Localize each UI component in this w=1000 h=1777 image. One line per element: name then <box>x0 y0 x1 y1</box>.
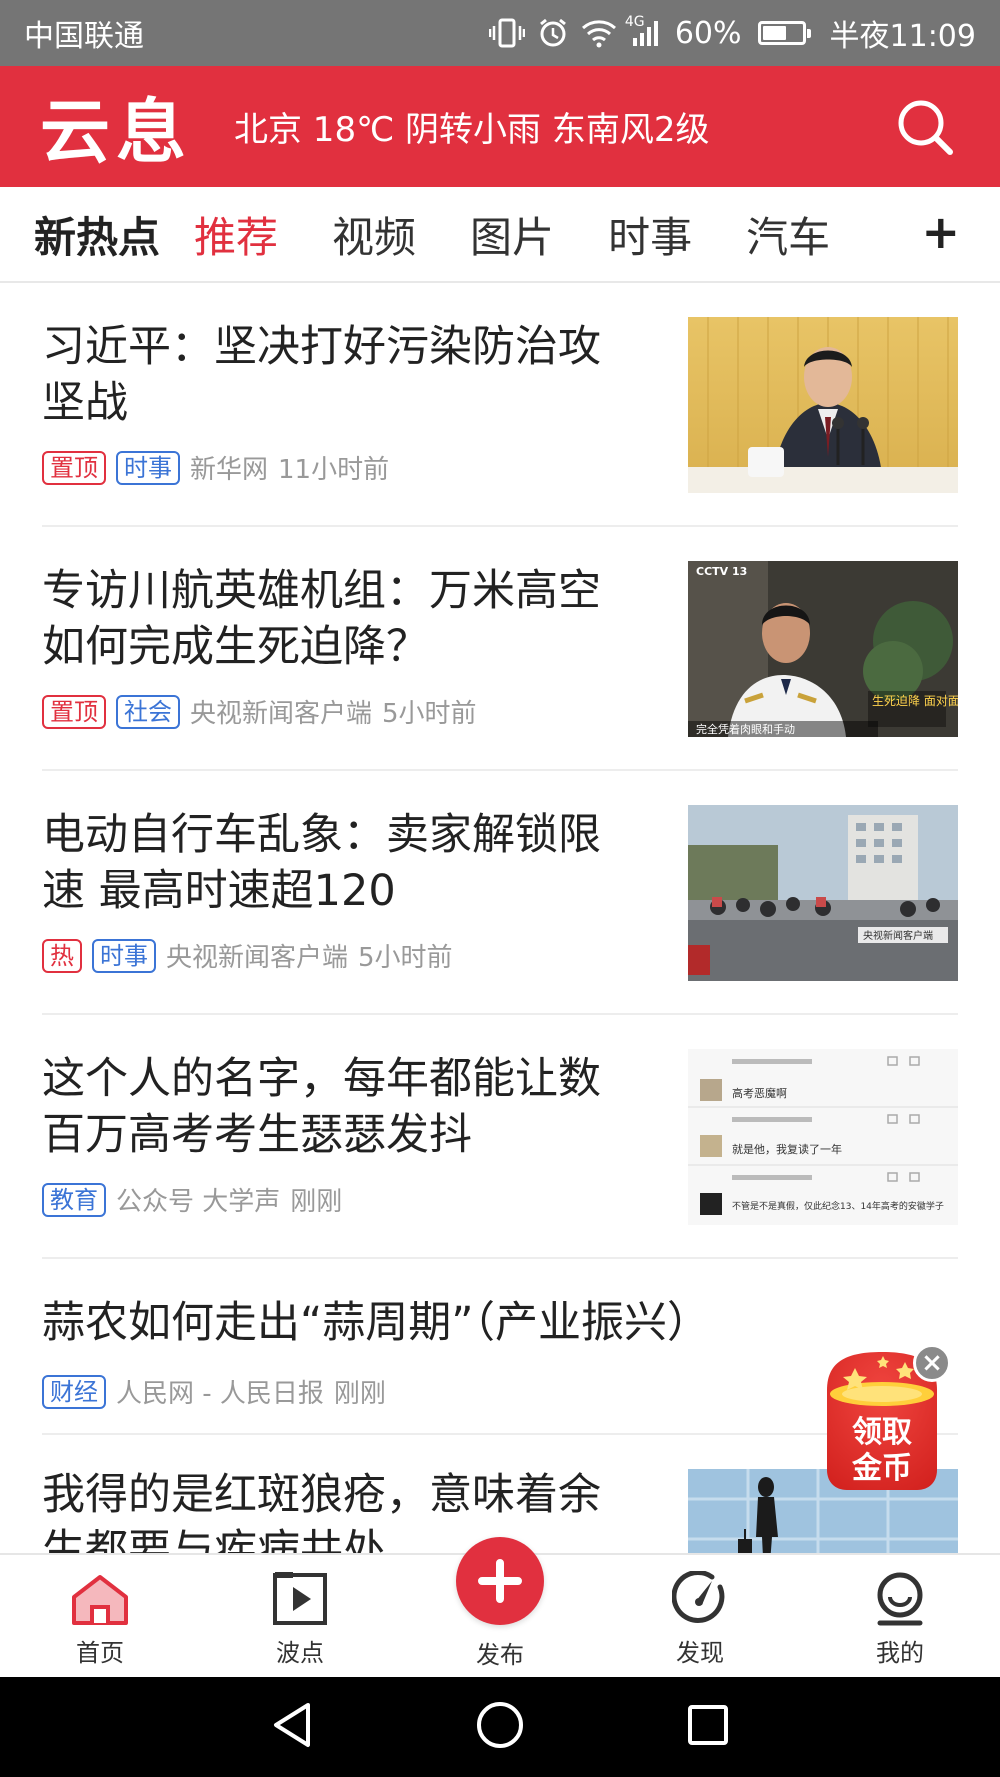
square-recents-icon <box>687 1705 728 1745</box>
comment-text: 不管是不是真假，仅此纪念13、14年高考的安徽学子 <box>732 1200 944 1212</box>
search-button[interactable] <box>890 92 960 162</box>
system-navigation-bar <box>0 1677 1000 1777</box>
tab-brand-label: 新热点 <box>34 212 161 262</box>
news-meta: 热 时事 央视新闻客户端 5小时前 <box>42 937 453 974</box>
battery-icon <box>757 21 811 45</box>
news-title[interactable]: 我得的是红斑狼疮，意味着余生都要与疾病共处 <box>42 1467 642 1553</box>
tag-category: 财经 <box>42 1374 106 1409</box>
news-meta: 财经 人民网 - 人民日报 刚刚 <box>42 1373 386 1410</box>
news-time: 刚刚 <box>333 1379 386 1409</box>
news-thumbnail[interactable]: 央视新闻客户端 <box>688 805 958 981</box>
news-meta: 教育 公众号 大学声 刚刚 <box>42 1181 342 1218</box>
signal-icon: 4G <box>625 14 663 48</box>
tab-video[interactable]: 视频 <box>332 204 416 265</box>
news-title[interactable]: 电动自行车乱象：卖家解锁限速 最高时速超120 <box>42 807 642 919</box>
home-icon <box>70 1569 130 1629</box>
news-title[interactable]: 蒜农如何走出“蒜周期”（产业振兴） <box>42 1295 942 1351</box>
nav-profile[interactable]: 我的 <box>800 1555 1000 1677</box>
news-meta: 置顶 时事 新华网 11小时前 <box>42 449 389 486</box>
tag-category: 社会 <box>116 694 180 729</box>
news-source: 公众号 大学声 <box>116 1187 281 1217</box>
cctv-caption: 生死迫降 面对面 <box>872 694 958 708</box>
news-source: 央视新闻客户端 <box>190 699 373 729</box>
coin-line2: 金币 <box>851 1451 912 1486</box>
nav-discover-label: 发现 <box>676 1639 724 1667</box>
nav-publish-label: 发布 <box>476 1641 524 1669</box>
play-square-icon <box>270 1569 330 1629</box>
vibrate-icon <box>488 17 525 49</box>
cctv-logo: CCTV 13 <box>696 565 747 578</box>
back-icon <box>274 1703 311 1747</box>
news-time: 11小时前 <box>278 455 390 485</box>
status-icons: 4G 60% 半夜11:09 <box>488 11 976 55</box>
nav-discover[interactable]: 发现 <box>600 1555 800 1677</box>
alarm-icon <box>537 17 569 49</box>
home-system-button[interactable] <box>475 1700 525 1754</box>
app-logo: 云息 <box>40 90 192 173</box>
news-title[interactable]: 专访川航英雄机组：万米高空如何完成生死迫降？ <box>42 563 642 675</box>
news-time: 5小时前 <box>358 943 453 973</box>
nav-home[interactable]: 首页 <box>0 1555 200 1677</box>
news-item[interactable]: 这个人的名字，每年都能让数百万高考考生瑟瑟发抖 教育 公众号 大学声 刚刚 高考… <box>42 1015 958 1259</box>
nav-bodian-label: 波点 <box>276 1639 324 1667</box>
news-source: 央视新闻客户端 <box>166 943 349 973</box>
news-source: 人民网 - 人民日报 <box>116 1379 324 1409</box>
battery-level-fill <box>762 26 786 40</box>
news-time: 5小时前 <box>382 699 477 729</box>
news-title[interactable]: 这个人的名字，每年都能让数百万高考考生瑟瑟发抖 <box>42 1051 642 1163</box>
news-title[interactable]: 习近平：坚决打好污染防治攻坚战 <box>42 319 642 431</box>
news-item[interactable]: 专访川航英雄机组：万米高空如何完成生死迫降？ 置顶 社会 央视新闻客户端 5小时… <box>42 527 958 771</box>
news-item[interactable]: 习近平：坚决打好污染防治攻坚战 置顶 时事 新华网 11小时前 <box>42 283 958 527</box>
news-thumbnail[interactable]: 完全凭着肉眼和手动 CCTV 13 生死迫降 面对面 <box>688 561 958 737</box>
close-coin-button[interactable]: × <box>913 1344 951 1382</box>
recents-button[interactable] <box>686 1703 730 1751</box>
tab-current-affairs[interactable]: 时事 <box>608 204 692 265</box>
weather-info[interactable]: 北京 18℃ 阴转小雨 东南风2级 <box>234 102 890 151</box>
back-button[interactable] <box>270 1701 314 1753</box>
nav-publish[interactable]: 发布 <box>400 1537 600 1677</box>
compass-icon <box>670 1569 730 1629</box>
bottom-navigation: 首页 波点 发布 发现 我的 <box>0 1537 1000 1677</box>
news-meta: 置顶 社会 央视新闻客户端 5小时前 <box>42 693 477 730</box>
news-thumbnail[interactable] <box>688 317 958 493</box>
add-tab-button[interactable]: + <box>921 205 960 259</box>
category-tabs: 新热点 推荐 视频 图片 时事 汽车 + <box>0 187 1000 283</box>
tag-category: 时事 <box>116 450 180 485</box>
plus-circle-icon <box>456 1537 544 1625</box>
news-item[interactable]: 电动自行车乱象：卖家解锁限速 最高时速超120 热 时事 央视新闻客户端 5小时… <box>42 771 958 1015</box>
news-thumbnail[interactable]: 高考恶魔啊 就是他，我复读了一年 不管是不是真假，仅此纪念13、14年高考的安徽… <box>688 1049 958 1225</box>
tag-category: 教育 <box>42 1182 106 1217</box>
comment-text: 就是他，我复读了一年 <box>732 1142 842 1156</box>
carrier-label: 中国联通 <box>24 19 144 54</box>
nav-home-label: 首页 <box>76 1639 124 1667</box>
tag-pinned: 置顶 <box>42 450 106 485</box>
status-time: 半夜11:09 <box>829 19 976 54</box>
coin-line1: 领取 <box>852 1415 912 1450</box>
tag-pinned: 置顶 <box>42 694 106 729</box>
battery-percent: 60% <box>674 15 742 51</box>
network-type-label: 4G <box>624 14 645 30</box>
news-source: 新华网 <box>190 455 269 485</box>
nav-bodian[interactable]: 波点 <box>200 1555 400 1677</box>
app-header: 云息 北京 18℃ 阴转小雨 东南风2级 <box>0 66 1000 187</box>
thumb-watermark: 央视新闻客户端 <box>863 929 933 942</box>
search-icon <box>898 100 953 155</box>
tag-category: 时事 <box>92 938 156 973</box>
nav-profile-label: 我的 <box>876 1639 924 1667</box>
cctv-subtitle: 完全凭着肉眼和手动 <box>696 722 795 736</box>
tab-auto[interactable]: 汽车 <box>746 204 830 265</box>
tag-hot: 热 <box>42 938 82 973</box>
tab-recommend[interactable]: 推荐 <box>194 204 278 265</box>
news-time: 刚刚 <box>290 1187 343 1217</box>
comment-text: 高考恶魔啊 <box>732 1086 787 1100</box>
profile-icon <box>870 1569 930 1629</box>
tab-pictures[interactable]: 图片 <box>470 204 554 265</box>
wifi-icon <box>581 18 617 48</box>
circle-home-icon <box>476 1702 523 1748</box>
status-bar: 中国联通 4G 60% 半夜11:09 <box>0 0 1000 66</box>
